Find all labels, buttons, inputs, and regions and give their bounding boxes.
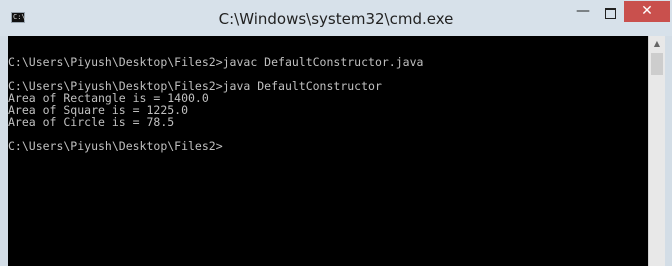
console-line: C:\Users\Piyush\Desktop\Files2>	[8, 139, 223, 153]
minimize-button[interactable]: —	[570, 3, 596, 23]
console-line: Area of Circle is = 78.5	[8, 115, 175, 129]
console-line: C:\Users\Piyush\Desktop\Files2>javac Def…	[8, 55, 424, 69]
console-text: C:\Users\Piyush\Desktop\Files2>javac Def…	[8, 36, 648, 152]
vertical-scrollbar[interactable]: ▲	[648, 36, 665, 266]
scroll-up-arrow-icon[interactable]: ▲	[649, 36, 665, 52]
maximize-icon	[605, 8, 616, 19]
scrollbar-thumb[interactable]	[651, 53, 663, 75]
title-bar[interactable]: C:\. C:\Windows\system32\cmd.exe — ✕	[0, 0, 672, 36]
console-output[interactable]: C:\Users\Piyush\Desktop\Files2>javac Def…	[8, 36, 648, 266]
close-button[interactable]: ✕	[624, 1, 670, 22]
cmd-window: C:\. C:\Windows\system32\cmd.exe — ✕ C:\…	[0, 0, 672, 266]
maximize-button[interactable]	[597, 3, 623, 23]
